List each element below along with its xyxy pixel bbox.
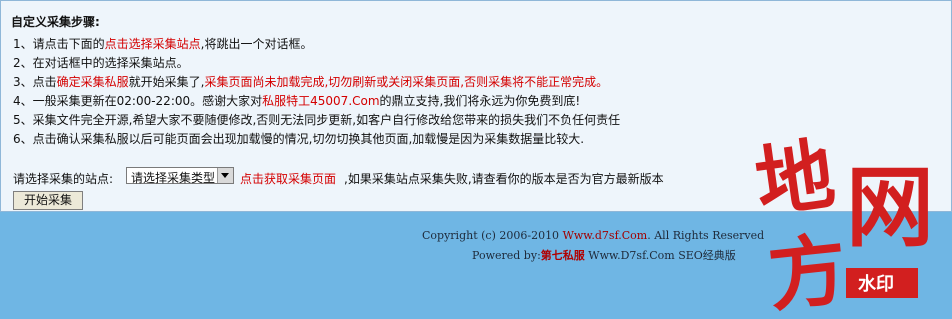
site-name-highlight: 私服特工45007.Com	[262, 94, 380, 108]
copyright-text: Copyright (c) 2006-2010	[422, 229, 563, 242]
step-3-mid: 就开始采集了,	[128, 75, 205, 89]
powered-by-line: Powered by:第七私服 Www.D7sf.Com SEO经典版	[472, 247, 736, 263]
step-1-text: 1、请点击下面的	[13, 37, 105, 51]
version-note: ,如果采集站点采集失败,请查看你的版本是否为官方最新版本	[344, 172, 664, 186]
page-title: 自定义采集步骤:	[11, 15, 100, 29]
watermark-char-3: 方	[764, 225, 851, 319]
step-4-tail: 的鼎立支持,我们将永远为你免费到底!	[379, 94, 581, 108]
step-5: 5、采集文件完全开源,希望大家不要随便修改,否则无法同步更新,如客户自行修改给您…	[13, 111, 620, 128]
step-3-warning: 采集页面尚未加载完成,切勿刷新或关闭采集页面,否则采集将不能正常完成。	[204, 75, 609, 89]
watermark-char-1: 地	[750, 130, 840, 230]
step-1: 1、请点击下面的点击选择采集站点,将跳出一个对话框。	[13, 35, 312, 52]
step-6: 6、点击确认采集私服以后可能页面会出现加载慢的情况,切勿切换其他页面,加载慢是因…	[13, 130, 584, 147]
watermark-badge-text: 水印	[858, 273, 894, 295]
powered-by-site[interactable]: 第七私服	[541, 249, 585, 262]
copyright-domain: Www.d7sf.Com	[562, 229, 648, 242]
copyright-rights: . All Rights Reserved	[647, 229, 765, 242]
select-site-link[interactable]: 点击选择采集站点	[105, 37, 201, 51]
step-5-text: 5、采集文件完全开源,希望大家不要随便修改,否则无法同步更新,如客户自行修改给您…	[13, 113, 621, 127]
confirm-collect-text: 确定采集私服	[56, 75, 129, 89]
copyright-line: Copyright (c) 2006-2010 Www.d7sf.Com. Al…	[422, 229, 764, 242]
site-type-select[interactable]: 请选择采集类型	[126, 167, 234, 185]
step-2: 2、在对话框中的选择采集站点。	[13, 54, 189, 71]
step-1-tail: ,将跳出一个对话框。	[200, 37, 313, 51]
watermark-char-2: 网	[846, 156, 934, 259]
watermark-logo: 地 网 方 水印	[750, 130, 934, 319]
fetch-page-link[interactable]: 点击获取采集页面	[240, 170, 336, 187]
powered-by-version: Www.D7sf.Com SEO经典版	[584, 249, 736, 262]
site-select-label: 请选择采集的站点:	[13, 172, 114, 186]
step-3: 3、点击确定采集私服就开始采集了,采集页面尚未加载完成,切勿刷新或关闭采集页面,…	[13, 73, 608, 90]
start-collect-button[interactable]: 开始采集	[13, 191, 83, 210]
step-6-text: 6、点击确认采集私服以后可能页面会出现加载慢的情况,切勿切换其他页面,加载慢是因…	[13, 132, 585, 146]
step-4: 4、一般采集更新在02:00-22:00。感谢大家对私服特工45007.Com的…	[13, 92, 580, 109]
step-2-text: 2、在对话框中的选择采集站点。	[13, 56, 189, 70]
step-3-text: 3、点击	[13, 75, 57, 89]
site-type-select-value: 请选择采集类型	[131, 171, 216, 185]
powered-by-label: Powered by:	[472, 249, 541, 262]
chevron-down-icon[interactable]	[217, 168, 233, 183]
step-4-text: 4、一般采集更新在02:00-22:00。感谢大家对	[13, 94, 263, 108]
